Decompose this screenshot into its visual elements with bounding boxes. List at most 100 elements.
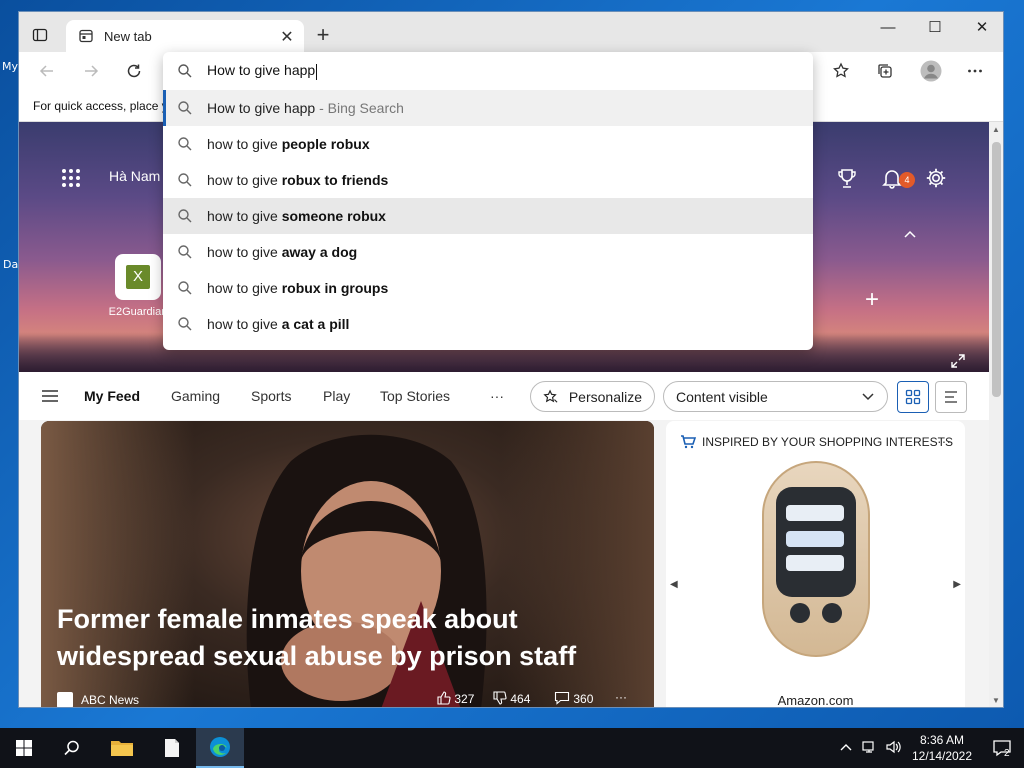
rewards-button[interactable]: [837, 168, 857, 195]
list-view-icon: [945, 391, 957, 403]
more-dots-icon: [968, 69, 982, 73]
expand-background-icon[interactable]: [951, 354, 965, 372]
refresh-button[interactable]: [120, 58, 148, 84]
feed-more-button[interactable]: ···: [490, 388, 504, 404]
search-button[interactable]: [48, 728, 96, 768]
content-visibility-dropdown[interactable]: Content visible: [663, 381, 888, 412]
start-button[interactable]: [0, 728, 48, 768]
suggestion-text: how to give robux in groups: [207, 280, 389, 296]
file-explorer-button[interactable]: [98, 728, 146, 768]
new-tab-button[interactable]: +: [309, 23, 337, 49]
like-button[interactable]: 327: [437, 691, 474, 706]
search-suggestion[interactable]: how to give robux to friends: [163, 162, 813, 198]
tab-sports[interactable]: Sports: [251, 388, 291, 404]
action-center-button[interactable]: 2: [980, 728, 1024, 768]
tab-gaming[interactable]: Gaming: [171, 388, 220, 404]
profile-button[interactable]: [917, 58, 945, 84]
apps-launcher-button[interactable]: [61, 168, 81, 193]
collections-button[interactable]: [871, 58, 899, 84]
personalize-button[interactable]: Personalize: [530, 381, 655, 412]
tab-play[interactable]: Play: [323, 388, 350, 404]
taskbar: 8:36 AM 12/14/2022 2: [0, 728, 1024, 768]
search-suggestion[interactable]: how to give away a dog: [163, 234, 813, 270]
add-quick-link-icon[interactable]: +: [865, 286, 879, 314]
favorites-star-icon: [833, 62, 849, 78]
settings-and-more-button[interactable]: [961, 58, 989, 84]
story-more-button[interactable]: ···: [615, 690, 627, 704]
product-screen: [776, 487, 856, 597]
page-scrollbar[interactable]: ▲ ▼: [989, 122, 1003, 707]
refresh-icon: [127, 64, 141, 78]
tab-top-stories[interactable]: Top Stories: [380, 388, 450, 404]
system-clock[interactable]: 8:36 AM 12/14/2022: [905, 732, 979, 764]
desktop-icon-label[interactable]: Da: [3, 258, 18, 271]
comment-count: 360: [573, 692, 594, 706]
tab-my-feed[interactable]: My Feed: [84, 388, 140, 404]
grid-view-button[interactable]: [897, 381, 929, 413]
clock-date: 12/14/2022: [911, 749, 973, 763]
gear-icon: [926, 168, 946, 188]
back-arrow-icon: [39, 65, 53, 77]
desktop-icon-label[interactable]: My: [2, 60, 18, 73]
personalize-label: Personalize: [568, 388, 642, 405]
thumbs-up-icon: [437, 691, 451, 705]
tab-actions-menu-button[interactable]: [27, 22, 53, 48]
page-settings-button[interactable]: [925, 167, 947, 194]
suggestion-text: how to give robux to friends: [207, 172, 389, 188]
address-bar-input[interactable]: How to give happ: [163, 52, 813, 90]
collapse-chevron-icon[interactable]: [903, 226, 917, 244]
carousel-next-icon[interactable]: ▶: [953, 579, 961, 590]
network-icon[interactable]: [862, 740, 878, 757]
main-story-card[interactable]: Former female inmates speak about widesp…: [41, 421, 654, 707]
story-source[interactable]: ABC News: [81, 693, 139, 707]
close-tab-icon[interactable]: ✕: [278, 27, 296, 47]
address-bar-dropdown: How to give happ How to give happ - Bing…: [163, 52, 813, 350]
forward-arrow-icon: [85, 65, 99, 77]
search-suggestion[interactable]: how to give someone robux: [163, 198, 813, 234]
content-visibility-value: Content visible: [676, 388, 768, 405]
scrollbar-thumb[interactable]: [992, 142, 1001, 397]
tab-actions-icon: [32, 28, 48, 42]
show-hidden-icons-button[interactable]: [840, 740, 852, 755]
list-view-button[interactable]: [935, 381, 967, 413]
story-headline[interactable]: Former female inmates speak about widesp…: [57, 601, 617, 675]
minimize-button[interactable]: —: [865, 12, 911, 42]
back-button[interactable]: [33, 58, 61, 84]
dislike-button[interactable]: 464: [493, 691, 530, 706]
comment-icon: [554, 691, 570, 705]
chevron-up-icon: [840, 744, 852, 751]
search-suggestion[interactable]: how to give a cat a pill: [163, 306, 813, 342]
forward-button[interactable]: [77, 58, 105, 84]
suggestion-text: How to give happ - Bing Search: [207, 100, 404, 116]
notepad-button[interactable]: [148, 728, 196, 768]
search-icon: [178, 317, 192, 331]
favorites-button[interactable]: [827, 58, 855, 84]
shopping-card-more-button[interactable]: ···: [937, 433, 951, 449]
address-bar-text[interactable]: How to give happ: [207, 62, 318, 80]
comments-button[interactable]: 360: [554, 691, 593, 706]
search-suggestion[interactable]: how to give robux in groups: [163, 270, 813, 306]
scroll-down-icon[interactable]: ▼: [992, 696, 1000, 705]
carousel-prev-icon[interactable]: ◀: [670, 579, 678, 590]
edge-taskbar-button[interactable]: [196, 728, 244, 768]
personalize-star-icon: [543, 388, 558, 403]
feed-menu-button[interactable]: [41, 389, 59, 408]
search-icon: [178, 245, 192, 259]
volume-icon[interactable]: [886, 740, 902, 757]
weather-location[interactable]: Hà Nam: [109, 168, 160, 184]
product-image[interactable]: [762, 461, 870, 657]
hamburger-icon: [42, 390, 58, 402]
search-suggestion[interactable]: How to give happ - Bing Search: [163, 90, 813, 126]
maximize-button[interactable]: ☐: [912, 12, 958, 42]
shopping-card[interactable]: INSPIRED BY YOUR SHOPPING INTERESTS ··· …: [666, 421, 965, 707]
store-name[interactable]: Amazon.com: [666, 693, 965, 707]
scroll-up-icon[interactable]: ▲: [992, 125, 1000, 134]
shopping-card-header: INSPIRED BY YOUR SHOPPING INTERESTS: [680, 435, 953, 449]
quick-link-tile: X: [115, 254, 161, 300]
app-grid-icon: [62, 169, 80, 187]
favorites-bar-hint: For quick access, place y: [33, 99, 168, 113]
search-icon: [178, 137, 192, 151]
close-window-button[interactable]: ✕: [959, 12, 1003, 42]
search-suggestion[interactable]: how to give people robux: [163, 126, 813, 162]
tab-new-tab[interactable]: New tab ✕: [66, 20, 304, 52]
